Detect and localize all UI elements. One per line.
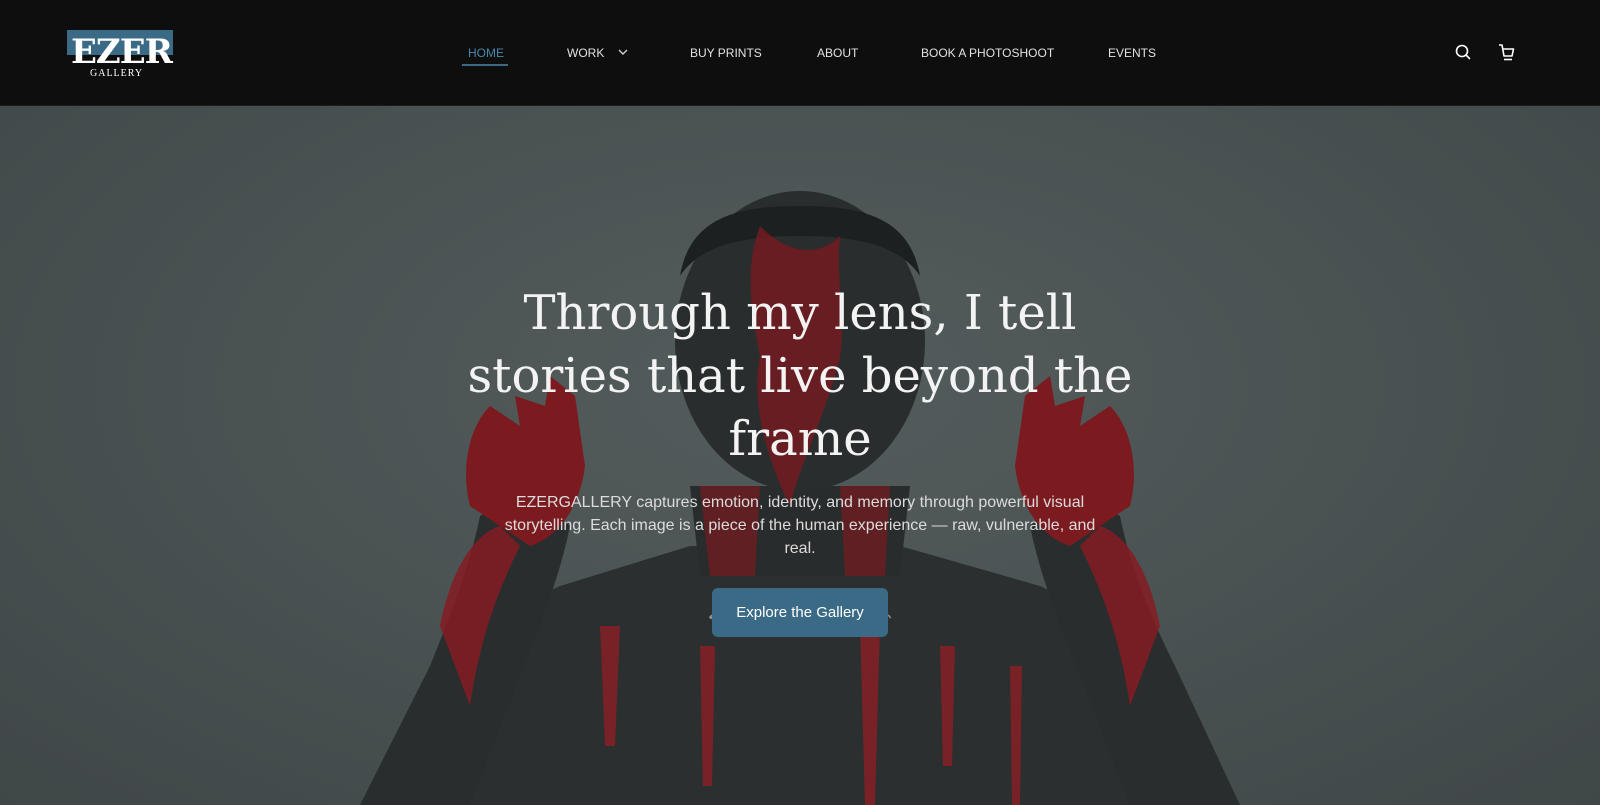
hero-section: Through my lens, I tell stories that liv… (0, 106, 1600, 805)
nav-home[interactable]: HOME (468, 44, 504, 62)
nav-events[interactable]: EVENTS (1108, 44, 1156, 62)
explore-gallery-button[interactable]: Explore the Gallery (712, 588, 888, 637)
nav-work[interactable]: WORK (567, 44, 604, 62)
logo[interactable]: EZER GALLERY (67, 30, 173, 80)
nav-buy-prints[interactable]: BUY PRINTS (690, 44, 762, 62)
nav-active-indicator (462, 64, 508, 66)
chevron-down-icon[interactable] (617, 47, 629, 57)
cart-icon[interactable] (1495, 41, 1517, 63)
nav-about[interactable]: ABOUT (817, 44, 858, 62)
nav-book-photoshoot[interactable]: BOOK A PHOTOSHOOT (921, 44, 1054, 62)
logo-wordmark: EZER (71, 32, 173, 72)
hero-headline: Through my lens, I tell stories that liv… (467, 285, 1133, 467)
hero-description: EZERGALLERY captures emotion, identity, … (504, 494, 1096, 557)
logo-subtitle: GALLERY (90, 68, 144, 79)
site-header: EZER GALLERY HOME WORK BUY PRINTS ABOUT … (0, 0, 1600, 106)
search-icon[interactable] (1452, 41, 1474, 63)
